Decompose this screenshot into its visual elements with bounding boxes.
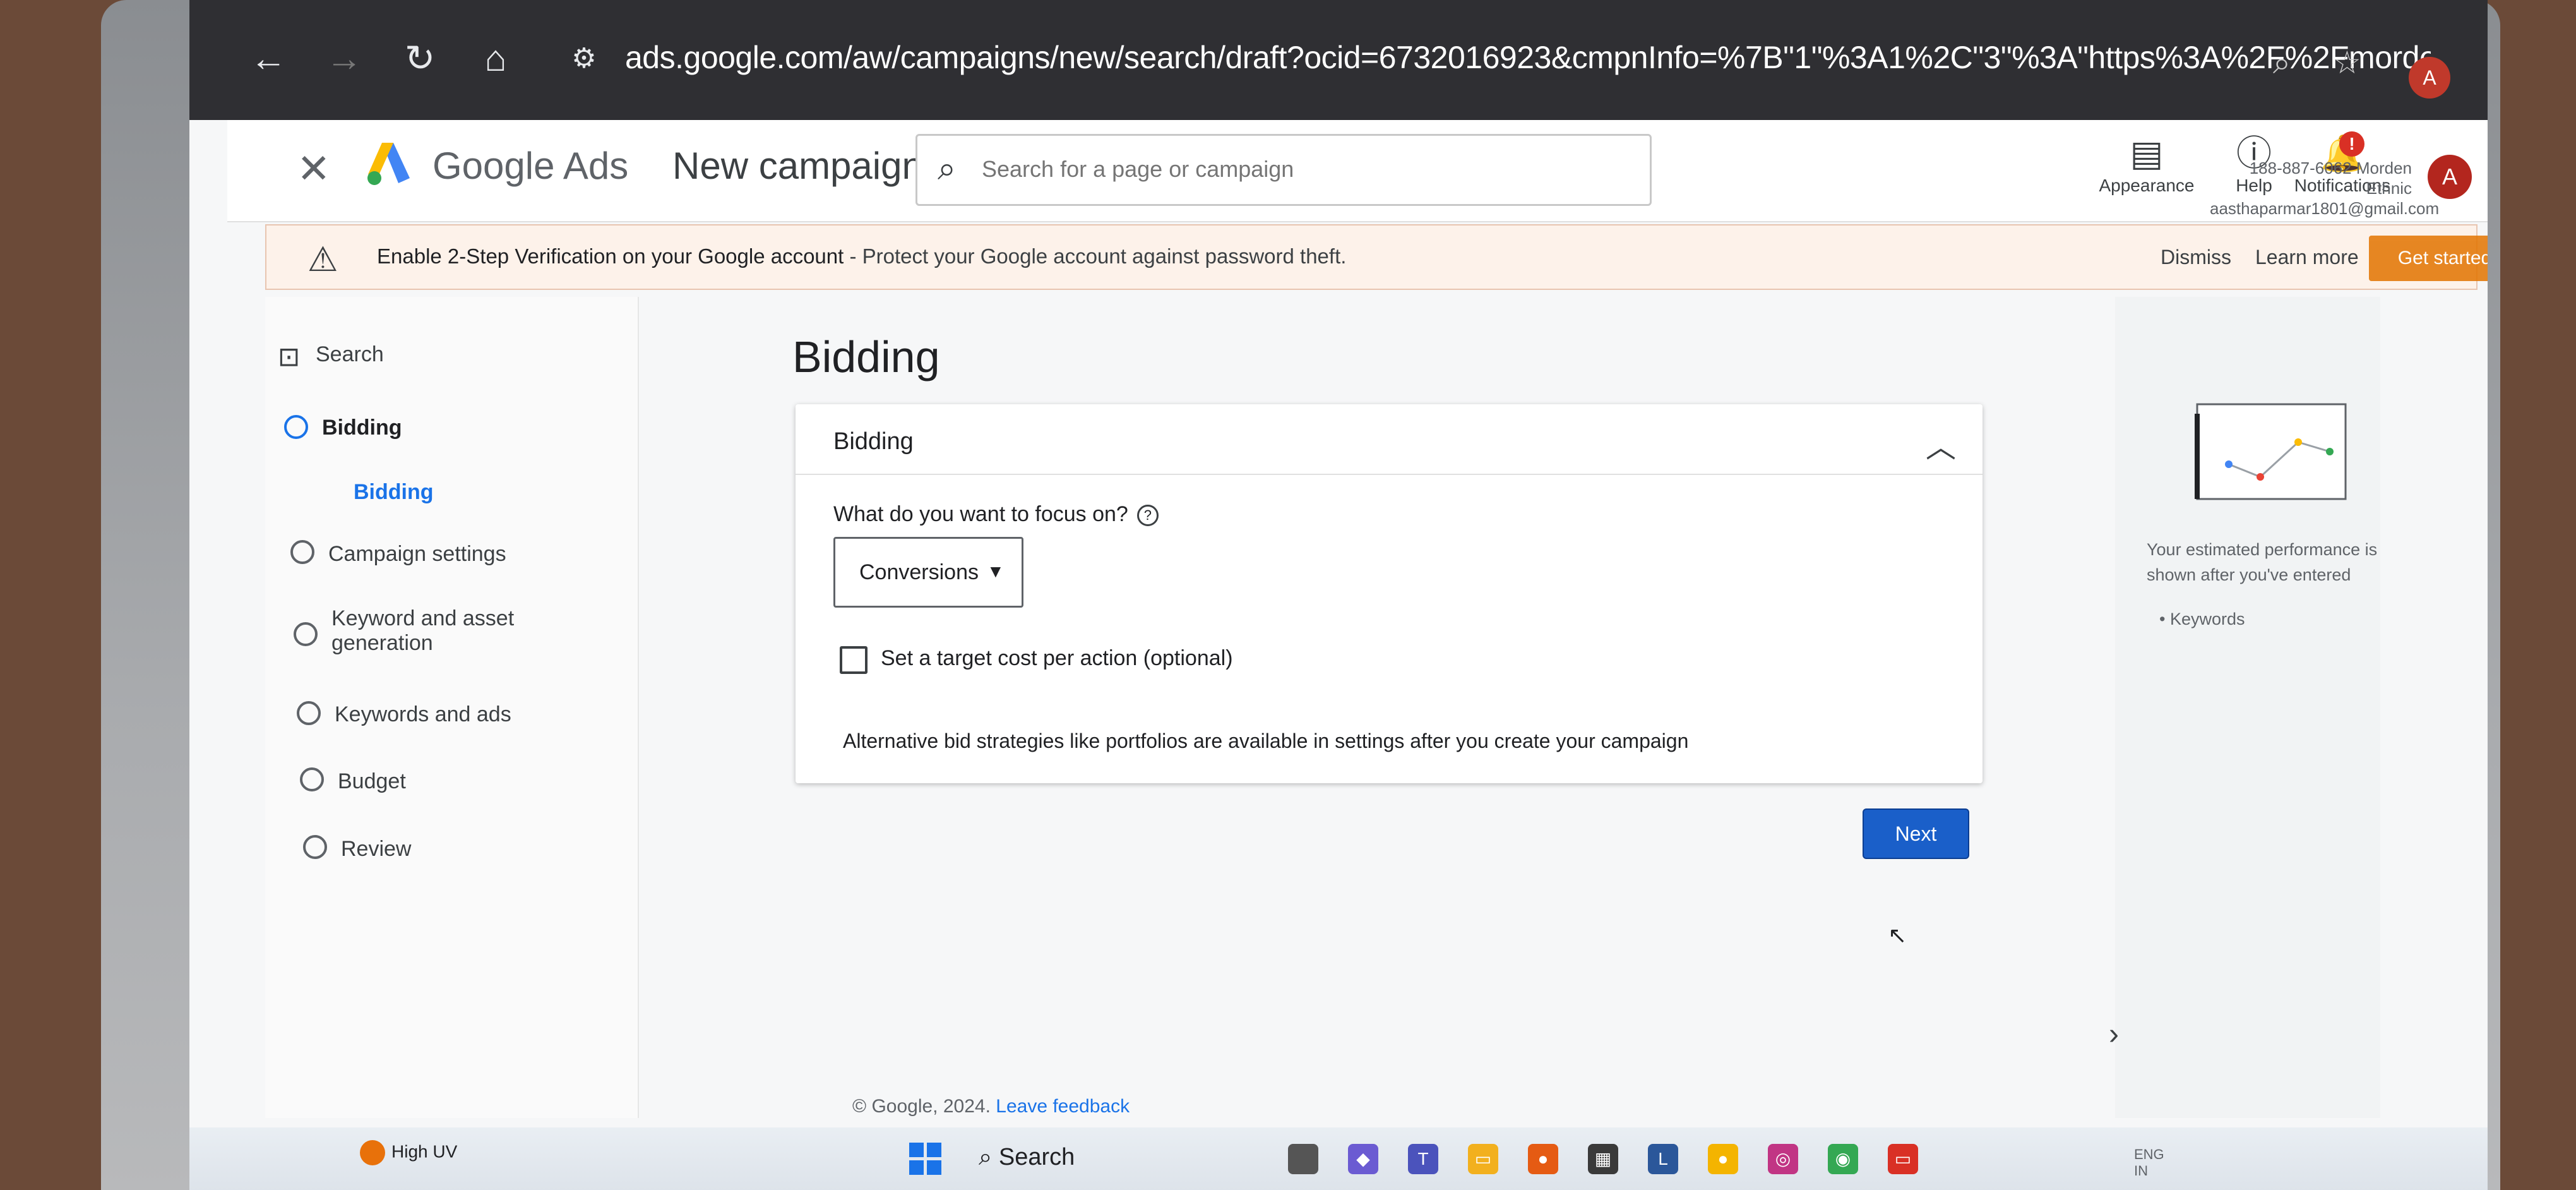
get-started-button[interactable]: Get started	[2369, 236, 2488, 281]
search-type-icon: ⊡	[278, 342, 301, 371]
focus-dropdown[interactable]: Conversions ▼	[833, 537, 1023, 608]
caret-down-icon: ▼	[987, 562, 1005, 581]
help-icon[interactable]: ?	[1136, 505, 1159, 527]
warning-icon: ⚠	[307, 241, 338, 279]
site-settings-icon[interactable]: ⚙	[562, 37, 606, 81]
performance-text: Your estimated performance is shown afte…	[2147, 540, 2378, 584]
step-radio-keywords-ads	[297, 701, 321, 725]
screen: ← → ↻ ⌂ ⚙ ads.google.com/aw/campaigns/ne…	[189, 0, 2488, 1190]
notification-badge: !	[2339, 131, 2364, 157]
instagram-icon[interactable]: ◎	[1768, 1144, 1798, 1174]
weather-widget[interactable]: High UV	[360, 1140, 457, 1165]
step-radio-campaign-settings	[290, 540, 314, 564]
reload-icon[interactable]: ↻	[398, 37, 442, 81]
global-search[interactable]: ⌕	[915, 134, 1652, 206]
appearance-icon: ▤	[2130, 133, 2164, 173]
verification-banner: ⚠ Enable 2-Step Verification on your Goo…	[265, 224, 2488, 290]
sidebar-item-campaign-settings[interactable]: Campaign settings	[328, 542, 506, 567]
next-button[interactable]: Next	[1863, 808, 1969, 859]
target-cpa-checkbox[interactable]	[840, 646, 868, 674]
step-radio-budget	[300, 767, 324, 791]
appearance-button[interactable]: ▤ Appearance	[2096, 131, 2197, 196]
chevron-right-icon[interactable]: ›	[2109, 1017, 2119, 1052]
account-email: aasthaparmar1801@gmail.com	[2210, 199, 2440, 218]
chevron-up-icon[interactable]: ︿	[1926, 422, 1956, 466]
step-radio-bidding	[284, 415, 308, 439]
performance-bullet: • Keywords	[2159, 610, 2245, 628]
mouse-cursor-icon: ↖	[1888, 922, 1907, 948]
dismiss-button[interactable]: Dismiss	[2161, 246, 2231, 269]
step-radio-review	[303, 835, 327, 859]
alternative-strategies-note: Alternative bid strategies like portfoli…	[843, 730, 1689, 752]
address-bar[interactable]: ads.google.com/aw/campaigns/new/search/d…	[625, 39, 2431, 76]
file-explorer-icon[interactable]: ▭	[1468, 1144, 1498, 1174]
browser-profile-avatar[interactable]: A	[2409, 57, 2450, 99]
performance-bullet-text: Keywords	[2169, 610, 2245, 628]
card-title: Bidding	[833, 428, 914, 455]
focus-question-text: What do you want to focus on?	[833, 502, 1128, 526]
search-icon: ⌕	[938, 150, 957, 187]
home-icon[interactable]: ⌂	[474, 37, 518, 81]
banner-text: - Protect your Google account against pa…	[844, 244, 1347, 268]
browser-toolbar: ← → ↻ ⌂ ⚙ ads.google.com/aw/campaigns/ne…	[189, 0, 2488, 120]
google-ads-logo-icon	[367, 143, 410, 185]
sidebar-item-budget[interactable]: Budget	[338, 769, 406, 794]
zoom-icon[interactable]: ⌕	[2273, 44, 2291, 81]
firefox-icon[interactable]: ●	[1528, 1144, 1558, 1174]
banner-title: Enable 2-Step Verification on your Googl…	[377, 244, 844, 268]
step-radio-keyword-asset	[294, 622, 318, 646]
taskbar-search[interactable]: ⌕ Search	[979, 1144, 1075, 1171]
teams-icon[interactable]: T	[1408, 1144, 1438, 1174]
banner-message: Enable 2-Step Verification on your Googl…	[377, 244, 1346, 268]
page-title: Bidding	[792, 332, 940, 382]
ads-header: ✕ Google Ads New campaign ⌕ ▤ Appearance…	[227, 120, 2488, 222]
back-icon[interactable]: ←	[246, 37, 290, 81]
brand-name: Google Ads	[432, 145, 629, 187]
weather-label: High UV	[391, 1141, 458, 1162]
sidebar-item-keyword-asset[interactable]: Keyword and asset generation	[331, 606, 514, 656]
keyword-asset-line2: generation	[331, 631, 433, 655]
campaign-steps-sidebar: ⊡ Search Bidding Bidding Campaign settin…	[265, 297, 639, 1118]
bidding-card-header[interactable]: Bidding ︿	[796, 404, 1983, 475]
app-red-icon[interactable]: ▭	[1888, 1144, 1918, 1174]
sidebar-item-bidding[interactable]: Bidding	[322, 416, 402, 440]
sidebar-item-keywords-ads[interactable]: Keywords and ads	[335, 702, 511, 727]
taskbar: High UV ⌕ Search ◆ T ▭ ● ▦ L ● ◎ ◉ ▭ ENG…	[189, 1127, 2488, 1190]
account-info[interactable]: 188-887-6062 Morden Ethnic aasthaparmar1…	[2210, 158, 2440, 219]
leave-feedback-link[interactable]: Leave feedback	[996, 1096, 1130, 1117]
sidebar-item-review[interactable]: Review	[341, 837, 411, 862]
search-input[interactable]	[981, 151, 1627, 188]
chrome-icon[interactable]: ◉	[1828, 1144, 1858, 1174]
weather-icon	[360, 1140, 385, 1165]
avatar[interactable]: A	[2428, 155, 2472, 199]
learn-more-link[interactable]: Learn more	[2255, 246, 2359, 269]
app-badge-icon[interactable]: ●	[1708, 1144, 1738, 1174]
taskbar-search-label: Search	[998, 1144, 1075, 1170]
performance-chart-icon	[2195, 403, 2347, 500]
footer: © Google, 2024. Leave feedback	[852, 1096, 1130, 1117]
copyright: © Google, 2024.	[852, 1096, 991, 1117]
sidebar-subitem-bidding[interactable]: Bidding	[354, 480, 434, 505]
store-icon[interactable]: ▦	[1588, 1144, 1618, 1174]
target-cpa-label[interactable]: Set a target cost per action (optional)	[881, 646, 1233, 671]
close-icon[interactable]: ✕	[297, 145, 331, 193]
focus-dropdown-value: Conversions	[859, 560, 979, 584]
bidding-card: Bidding ︿ What do you want to focus on??…	[796, 404, 1983, 783]
keyword-asset-line1: Keyword and asset	[331, 606, 515, 630]
windows-start-icon[interactable]	[909, 1143, 942, 1175]
app-l-icon[interactable]: L	[1648, 1144, 1678, 1174]
appearance-label: Appearance	[2099, 176, 2195, 195]
system-tray[interactable]: ENG IN	[2134, 1146, 2164, 1179]
bookmark-star-icon[interactable]: ☆	[2333, 44, 2361, 81]
focus-question: What do you want to focus on??	[833, 502, 1159, 527]
performance-panel: Your estimated performance is shown afte…	[2115, 297, 2380, 1118]
forward-icon[interactable]: →	[322, 37, 366, 81]
region-indicator: IN	[2134, 1163, 2148, 1179]
page-name: New campaign	[672, 145, 923, 187]
task-view-icon[interactable]	[1288, 1144, 1318, 1174]
copilot-icon[interactable]: ◆	[1348, 1144, 1378, 1174]
campaign-type-label: Search	[316, 342, 384, 366]
account-id: 188-887-6062 Morden Ethnic	[2249, 159, 2412, 198]
language-indicator: ENG	[2134, 1146, 2164, 1162]
